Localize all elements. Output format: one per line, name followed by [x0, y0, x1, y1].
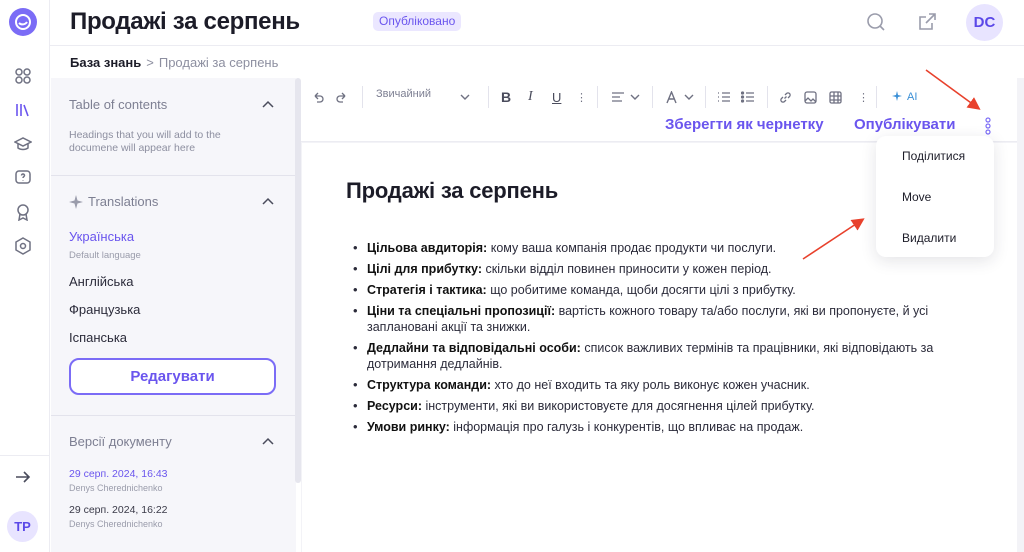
account-avatar[interactable]: DC: [966, 4, 1003, 41]
edit-translations-button[interactable]: Редагувати: [69, 358, 276, 395]
toc-note: Headings that you will add to the docume…: [69, 129, 221, 154]
menu-item-share[interactable]: Поділитися: [902, 149, 965, 163]
save-draft-button[interactable]: Зберегти як чернетку: [665, 116, 824, 133]
list-item: Структура команди: хто до неї входить та…: [353, 377, 963, 393]
sparkle-icon: [892, 91, 902, 101]
search-icon[interactable]: [865, 11, 887, 33]
user-avatar[interactable]: TP: [7, 511, 38, 542]
list-item: Ціни та спеціальні пропозиції: вартість …: [353, 303, 963, 335]
courses-icon[interactable]: [12, 133, 34, 155]
document-title[interactable]: Продажі за серпень: [346, 178, 558, 204]
chevron-down-icon[interactable]: [629, 88, 641, 106]
align-icon[interactable]: [611, 88, 625, 106]
translations-heading: Translations: [88, 194, 159, 209]
table-icon[interactable]: [829, 88, 842, 106]
status-badge: Опубліковано: [373, 12, 462, 31]
version-item-date[interactable]: 29 серп. 2024, 16:43: [69, 468, 168, 480]
publish-button[interactable]: Опублікувати: [854, 116, 955, 133]
document-list[interactable]: Цільова авдиторія: кому ваша компанія пр…: [353, 240, 963, 440]
list-item: Дедлайни та відповідальні особи: список …: [353, 340, 963, 372]
sidebar-divider: [51, 175, 296, 176]
list-item: Цільова авдиторія: кому ваша компанія пр…: [353, 240, 963, 256]
language-spanish[interactable]: Іспанська: [69, 330, 127, 345]
more-format-icon[interactable]: ⋮: [576, 88, 587, 106]
italic-icon[interactable]: I: [528, 88, 533, 106]
version-item-author: Denys Cherednichenko: [69, 483, 163, 493]
app-window: TP Продажі за серпень Опубліковано DC Ба…: [0, 0, 1024, 552]
ai-label: AI: [907, 91, 918, 103]
open-external-icon[interactable]: [916, 11, 938, 33]
page-title: Продажі за серпень: [70, 8, 300, 35]
more-vertical-icon[interactable]: [983, 116, 993, 136]
translations-collapse-icon[interactable]: [261, 195, 275, 209]
sparkle-icon: [69, 195, 83, 209]
achievements-icon[interactable]: [12, 201, 34, 223]
list-item: Ресурси: інструменти, які ви використову…: [353, 398, 963, 414]
underline-icon[interactable]: U: [552, 88, 561, 106]
versions-heading: Версії документу: [69, 434, 172, 449]
chevron-down-icon[interactable]: [683, 88, 695, 106]
versions-collapse-icon[interactable]: [261, 435, 275, 449]
chevron-down-icon[interactable]: [459, 88, 471, 106]
more-actions-menu: Поділитися Move Видалити: [876, 136, 994, 257]
bullet-list-icon[interactable]: [741, 88, 754, 106]
version-item-author: Denys Cherednichenko: [69, 519, 163, 529]
text-color-icon[interactable]: [665, 88, 678, 106]
list-item: Цілі для прибутку: скільки відділ повине…: [353, 261, 963, 277]
list-item: Умови ринку: інформація про галузь і кон…: [353, 419, 963, 435]
dashboard-icon[interactable]: [12, 65, 34, 87]
ai-assistant-button[interactable]: AI: [891, 88, 917, 106]
breadcrumb-separator: >: [146, 55, 154, 70]
default-language-label: Default language: [69, 250, 141, 261]
undo-icon[interactable]: [312, 88, 324, 106]
language-french[interactable]: Французька: [69, 302, 140, 317]
settings-icon[interactable]: [12, 235, 34, 257]
questions-icon[interactable]: [12, 167, 34, 189]
language-english[interactable]: Англійська: [69, 274, 134, 289]
redo-icon[interactable]: [336, 88, 348, 106]
list-item: Стратегія і тактика: що робитиме команда…: [353, 282, 963, 298]
app-logo-icon[interactable]: [9, 8, 37, 36]
rail-divider: [0, 455, 50, 456]
breadcrumb-current: Продажі за серпень: [158, 55, 279, 70]
image-icon[interactable]: [804, 88, 817, 106]
document-sidebar: Table of contents Headings that you will…: [51, 78, 296, 552]
toolbar-separator: [597, 86, 598, 108]
more-insert-icon[interactable]: ⋮: [858, 88, 869, 106]
toolbar-separator: [488, 86, 489, 108]
breadcrumb-root[interactable]: База знань: [70, 55, 141, 70]
toolbar-separator: [362, 86, 363, 108]
version-item-date[interactable]: 29 серп. 2024, 16:22: [69, 504, 168, 516]
bold-icon[interactable]: B: [501, 88, 511, 106]
knowledge-base-icon[interactable]: [12, 99, 34, 121]
language-ukrainian[interactable]: Українська: [69, 229, 134, 244]
expand-arrow-icon[interactable]: [12, 466, 34, 488]
breadcrumb: База знань > Продажі за серпень: [70, 55, 278, 70]
toolbar-separator: [705, 86, 706, 108]
menu-item-move[interactable]: Move: [902, 190, 931, 204]
text-style-select[interactable]: Звичайний: [376, 88, 431, 100]
toolbar-separator: [876, 86, 877, 108]
left-rail: TP: [0, 0, 50, 552]
toc-heading: Table of contents: [69, 97, 168, 112]
menu-item-delete[interactable]: Видалити: [902, 231, 956, 245]
toc-collapse-icon[interactable]: [261, 98, 275, 112]
link-icon[interactable]: [779, 88, 792, 106]
numbered-list-icon[interactable]: [717, 88, 730, 106]
toolbar-separator: [767, 86, 768, 108]
toolbar-separator: [652, 86, 653, 108]
sidebar-divider: [51, 415, 296, 416]
page-header: Продажі за серпень Опубліковано DC: [50, 0, 1024, 46]
